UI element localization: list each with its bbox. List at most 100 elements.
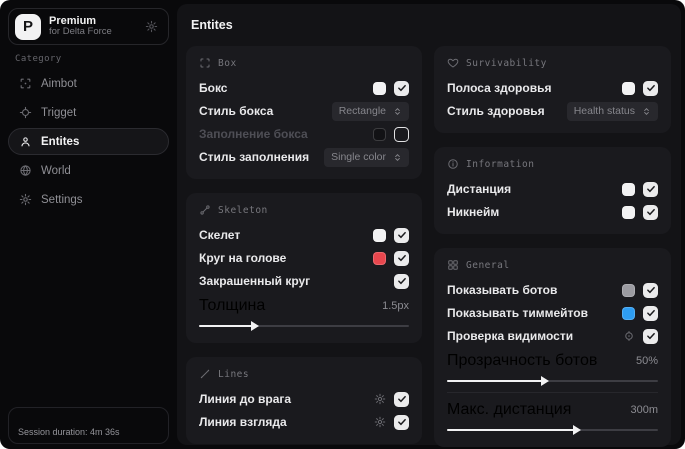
sidebar-item-label: Settings — [41, 193, 83, 206]
slider-thumb[interactable] — [540, 376, 549, 386]
session-duration-box: Session duration: 4m 36s — [8, 407, 169, 444]
slider-value: 300m — [630, 404, 658, 416]
health-style-select[interactable]: Health status — [566, 101, 658, 121]
checkbox[interactable] — [394, 391, 409, 407]
panel-information: Information Дистанция Никнейм — [434, 147, 671, 234]
checkbox[interactable] — [394, 80, 409, 96]
sidebar: P Premium for Delta Force Category Aimbo… — [0, 0, 177, 449]
thickness-slider[interactable] — [199, 321, 409, 331]
checkbox[interactable] — [394, 126, 409, 142]
sidebar-item-settings[interactable]: Settings — [8, 186, 169, 213]
brand-subtitle: for Delta Force — [49, 26, 112, 38]
app-window: P Premium for Delta Force Category Aimbo… — [0, 0, 685, 449]
gear-icon[interactable] — [374, 393, 386, 405]
entities-person-icon — [19, 135, 32, 148]
gear-icon[interactable] — [374, 416, 386, 428]
color-swatch[interactable] — [373, 81, 386, 95]
bot-opacity-slider[interactable] — [447, 376, 658, 386]
sidebar-item-label: Entites — [41, 135, 80, 148]
gear-icon[interactable] — [145, 20, 158, 33]
setting-row-visibility-check: Проверка видимости — [447, 326, 658, 346]
panel-skeleton: Skeleton Скелет Круг на голове Закрашенн… — [186, 193, 422, 343]
page-title: Entites — [191, 18, 233, 32]
chevron-up-down-icon — [393, 107, 402, 116]
divider — [447, 392, 658, 393]
checkbox[interactable] — [643, 204, 658, 220]
slider-thumb[interactable] — [572, 425, 581, 435]
box-style-select[interactable]: Rectangle — [331, 101, 409, 121]
color-swatch[interactable] — [622, 182, 635, 196]
setting-row-enemy-line: Линия до врага — [199, 389, 409, 409]
setting-row-skeleton: Скелет — [199, 225, 409, 245]
category-label: Category — [15, 54, 62, 64]
panel-title: Information — [466, 158, 535, 170]
panel-box: Box Бокс Стиль бокса Rectangle Заполнени… — [186, 46, 422, 179]
sidebar-item-label: Trigget — [41, 106, 77, 119]
main-content: Entites Box Бокс Стиль бокса Rectangle З… — [177, 4, 681, 447]
globe-icon — [19, 164, 32, 177]
setting-row-show-bots: Показывать ботов — [447, 280, 658, 300]
checkbox[interactable] — [643, 305, 658, 321]
color-swatch[interactable] — [373, 127, 386, 141]
sidebar-item-aimbot[interactable]: Aimbot — [8, 70, 169, 97]
setting-row-nickname: Никнейм — [447, 202, 658, 222]
checkbox[interactable] — [394, 227, 409, 243]
chevron-up-down-icon — [393, 153, 402, 162]
heart-pulse-icon — [447, 57, 459, 69]
color-swatch[interactable] — [373, 228, 386, 242]
setting-row-filled-circle: Закрашенный круг — [199, 271, 409, 291]
panel-title: General — [466, 259, 510, 271]
checkbox[interactable] — [643, 80, 658, 96]
setting-row-box-fill: Заполнение бокса — [199, 124, 409, 144]
box-frame-icon — [199, 57, 211, 69]
sidebar-nav: Aimbot Trigget Entites World Settings — [8, 70, 169, 213]
checkbox[interactable] — [643, 181, 658, 197]
color-swatch[interactable] — [622, 205, 635, 219]
bone-icon — [199, 204, 211, 216]
panel-survivability: Survivability Полоса здоровья Стиль здор… — [434, 46, 671, 133]
panel-title: Skeleton — [218, 204, 268, 216]
checkbox[interactable] — [394, 273, 409, 289]
sidebar-item-trigget[interactable]: Trigget — [8, 99, 169, 126]
checkbox[interactable] — [643, 328, 658, 344]
trigger-target-icon — [19, 106, 32, 119]
diagonal-line-icon — [199, 368, 211, 380]
sidebar-item-label: Aimbot — [41, 77, 77, 90]
checkbox[interactable] — [394, 414, 409, 430]
setting-row-head-circle: Круг на голове — [199, 248, 409, 268]
sidebar-item-label: World — [41, 164, 71, 177]
visibility-target-icon[interactable] — [623, 330, 635, 342]
setting-row-health-style: Стиль здоровья Health status — [447, 101, 658, 121]
color-swatch[interactable] — [622, 81, 635, 95]
color-swatch[interactable] — [373, 251, 386, 265]
setting-row-show-teammates: Показывать тиммейтов — [447, 303, 658, 323]
aimbot-crosshair-icon — [19, 77, 32, 90]
color-swatch[interactable] — [622, 283, 635, 297]
info-icon — [447, 158, 459, 170]
sidebar-item-entites[interactable]: Entites — [8, 128, 169, 155]
sidebar-item-world[interactable]: World — [8, 157, 169, 184]
slider-value: 1.5px — [382, 300, 409, 312]
setting-row-thickness: Толщина 1.5px — [199, 297, 409, 331]
brand-card: P Premium for Delta Force — [8, 8, 169, 45]
checkbox[interactable] — [643, 282, 658, 298]
grid-icon — [447, 259, 459, 271]
panel-column-left: Box Бокс Стиль бокса Rectangle Заполнени… — [186, 46, 422, 444]
slider-value: 50% — [635, 355, 658, 367]
setting-row-max-distance: Макс. дистанция 300m — [447, 401, 658, 435]
brand-logo: P — [15, 13, 41, 40]
panel-general: General Показывать ботов Показывать тимм… — [434, 248, 671, 447]
setting-row-box: Бокс — [199, 78, 409, 98]
checkbox[interactable] — [394, 250, 409, 266]
session-duration-text: Session duration: 4m 36s — [18, 427, 120, 437]
panel-title: Box — [218, 57, 237, 69]
setting-row-fill-style: Стиль заполнения Single color — [199, 147, 409, 167]
slider-thumb[interactable] — [250, 321, 259, 331]
panel-lines: Lines Линия до врага Линия взгляда — [186, 357, 422, 444]
fill-style-select[interactable]: Single color — [324, 147, 409, 167]
panel-title: Lines — [218, 368, 250, 380]
chevron-up-down-icon — [642, 107, 651, 116]
color-swatch[interactable] — [622, 306, 635, 320]
setting-row-bot-opacity: Прозрачность ботов 50% — [447, 352, 658, 386]
max-distance-slider[interactable] — [447, 425, 658, 435]
